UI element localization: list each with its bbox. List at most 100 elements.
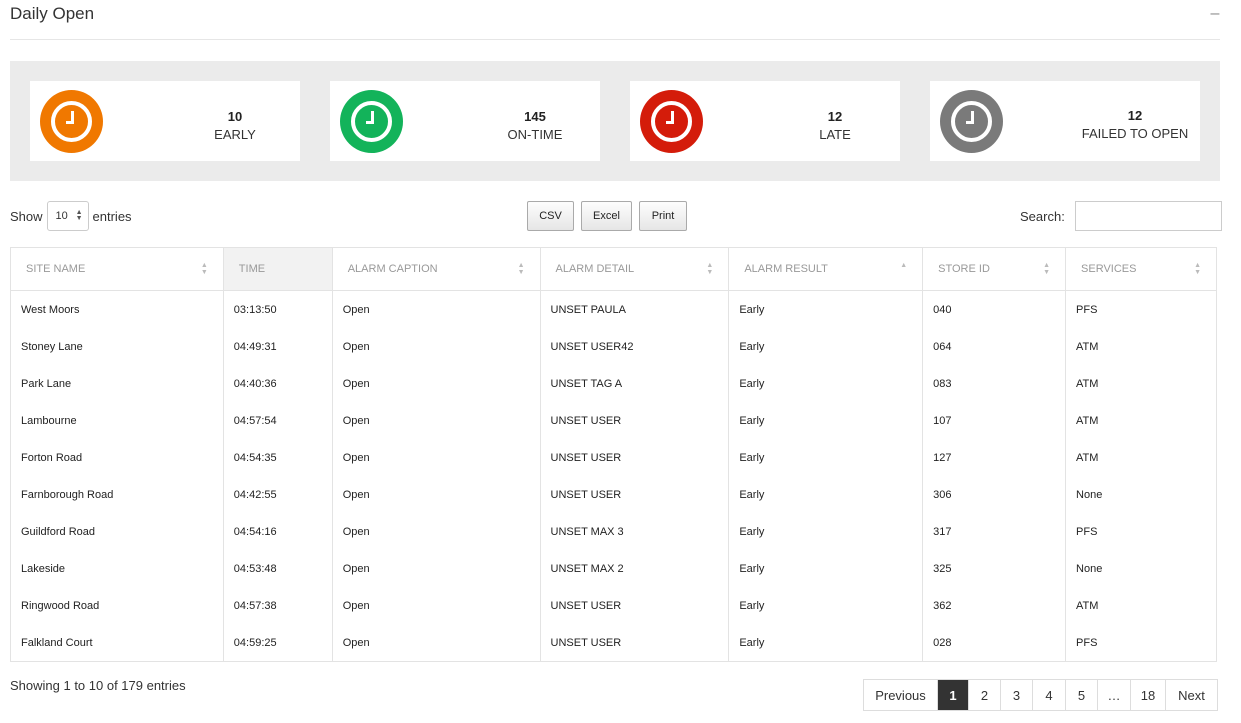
table-row[interactable]: Forton Road 04:54:35 Open UNSET USER Early 12…	[10, 439, 1217, 477]
alarm-result-cell: Early	[728, 402, 924, 440]
sort-asc-icon: ▲	[900, 262, 908, 269]
alarm-result-cell: Early	[728, 513, 924, 551]
services-cell: ATM	[1065, 365, 1217, 403]
page-2[interactable]: 2	[969, 680, 1001, 710]
time-cell: 04:54:16	[223, 513, 333, 551]
table-row[interactable]: Lakeside 04:53:48 Open UNSET MAX 2 Early 325 N…	[10, 550, 1217, 588]
alarm-caption-cell: Open	[332, 402, 541, 440]
table-row[interactable]: Lambourne 04:57:54 Open UNSET USER Early 107 A…	[10, 402, 1217, 440]
stat-label: EARLY	[214, 127, 256, 142]
column-header-store-id[interactable]: STORE ID ▲ ▼	[922, 247, 1067, 291]
site-name-cell: Park Lane	[10, 365, 224, 403]
header-row: SITE NAME ▲ ▼ TIME ALARM CAPTION ▲ ▼ ALARM D…	[10, 247, 1217, 291]
alarm-result-cell: Early	[728, 290, 924, 329]
page-5[interactable]: 5	[1066, 680, 1098, 710]
sort-icon: ▲ ▼	[706, 262, 714, 276]
collapse-button[interactable]: –	[1208, 4, 1222, 24]
alarm-detail-cell: UNSET MAX 2	[540, 550, 730, 588]
services-cell: ATM	[1065, 402, 1217, 440]
site-name-cell: Falkland Court	[10, 624, 224, 662]
site-name-cell: West Moors	[10, 290, 224, 329]
alarm-caption-cell: Open	[332, 624, 541, 662]
alarm-detail-cell: UNSET USER	[540, 624, 730, 662]
excel-button[interactable]: Excel	[581, 201, 632, 231]
stat-value: 12	[1127, 108, 1143, 123]
select-arrows-icon: ▲ ▼	[75, 209, 83, 222]
sort-icon: ▲ ▼	[200, 262, 208, 276]
page-1[interactable]: 1	[938, 680, 969, 710]
store-id-cell: 107	[922, 402, 1067, 440]
table-row[interactable]: Park Lane 04:40:36 Open UNSET TAG A Early 083…	[10, 365, 1217, 403]
site-name-cell: Guildford Road	[10, 513, 224, 551]
export-buttons: CSV Excel Print	[527, 201, 687, 231]
table-row[interactable]: Falkland Court 04:59:25 Open UNSET USER Earl…	[10, 624, 1217, 662]
alarm-result-cell: Early	[728, 365, 924, 403]
length-select[interactable]: 10 ▲ ▼	[46, 201, 89, 231]
page-next[interactable]: Next	[1166, 680, 1217, 710]
clock-icon	[340, 90, 403, 153]
column-header-site-name[interactable]: SITE NAME ▲ ▼	[10, 247, 224, 291]
stat-label: ON-TIME	[507, 127, 563, 142]
time-cell: 04:42:55	[223, 476, 333, 514]
clock-icon	[40, 90, 103, 153]
column-header-time[interactable]: TIME	[223, 247, 333, 291]
table-row[interactable]: Ringwood Road 04:57:38 Open UNSET USER Early…	[10, 587, 1217, 625]
clock-icon	[940, 90, 1003, 153]
table-row[interactable]: West Moors 03:13:50 Open UNSET PAULA Early 04…	[10, 290, 1217, 329]
store-id-cell: 064	[922, 328, 1067, 366]
stat-card-early: 10 EARLY	[30, 81, 300, 161]
search-input[interactable]	[1074, 201, 1222, 231]
table-row[interactable]: Farnborough Road 04:42:55 Open UNSET USER Ea…	[10, 476, 1217, 514]
site-name-cell: Stoney Lane	[10, 328, 224, 366]
alarm-detail-cell: UNSET TAG A	[540, 365, 730, 403]
alarm-detail-cell: UNSET USER42	[540, 328, 730, 366]
site-name-cell: Ringwood Road	[10, 587, 224, 625]
page-3[interactable]: 3	[1001, 680, 1033, 710]
store-id-cell: 362	[922, 587, 1067, 625]
time-cell: 04:40:36	[223, 365, 333, 403]
print-button[interactable]: Print	[639, 201, 687, 231]
search-area: Search:	[1020, 201, 1222, 231]
site-name-cell: Farnborough Road	[10, 476, 224, 514]
alarm-detail-cell: UNSET USER	[540, 439, 730, 477]
page-ellipsis: …	[1098, 680, 1131, 710]
services-cell: None	[1065, 550, 1217, 588]
column-header-alarm-caption[interactable]: ALARM CAPTION ▲ ▼	[332, 247, 541, 291]
page-18[interactable]: 18	[1131, 680, 1166, 710]
services-cell: PFS	[1065, 290, 1217, 329]
column-header-alarm-detail[interactable]: ALARM DETAIL ▲ ▼	[540, 247, 730, 291]
stat-value: 145	[524, 109, 546, 124]
sort-icon: ▲ ▼	[1043, 262, 1051, 276]
page-4[interactable]: 4	[1033, 680, 1066, 710]
alarm-caption-cell: Open	[332, 290, 541, 329]
data-table: SITE NAME ▲ ▼ TIME ALARM CAPTION ▲ ▼ ALARM D…	[10, 247, 1217, 662]
stat-card-on-time: 145 ON-TIME	[330, 81, 600, 161]
search-label: Search:	[1020, 208, 1065, 224]
column-header-services[interactable]: SERVICES ▲ ▼	[1065, 247, 1217, 291]
entries-label: entries	[92, 208, 132, 224]
stat-label: LATE	[819, 127, 851, 142]
time-cell: 04:57:54	[223, 402, 333, 440]
csv-button[interactable]: CSV	[527, 201, 574, 231]
site-name-cell: Lakeside	[10, 550, 224, 588]
alarm-detail-cell: UNSET MAX 3	[540, 513, 730, 551]
services-cell: None	[1065, 476, 1217, 514]
column-header-alarm-result[interactable]: ALARM RESULT ▲	[728, 247, 924, 291]
services-cell: ATM	[1065, 328, 1217, 366]
alarm-result-cell: Early	[728, 328, 924, 366]
store-id-cell: 127	[922, 439, 1067, 477]
services-cell: ATM	[1065, 587, 1217, 625]
alarm-caption-cell: Open	[332, 328, 541, 366]
stat-label: FAILED TO OPEN	[1081, 126, 1189, 141]
stat-value: 12	[827, 109, 843, 124]
length-value: 10	[55, 210, 68, 222]
show-entries: Show 10 ▲ ▼ entries	[10, 201, 132, 231]
store-id-cell: 306	[922, 476, 1067, 514]
time-cell: 04:54:35	[223, 439, 333, 477]
services-cell: PFS	[1065, 513, 1217, 551]
page-previous[interactable]: Previous	[864, 680, 938, 710]
store-id-cell: 317	[922, 513, 1067, 551]
table-row[interactable]: Guildford Road 04:54:16 Open UNSET MAX 3 Ear…	[10, 513, 1217, 551]
table-row[interactable]: Stoney Lane 04:49:31 Open UNSET USER42 Early…	[10, 328, 1217, 366]
time-cell: 04:53:48	[223, 550, 333, 588]
